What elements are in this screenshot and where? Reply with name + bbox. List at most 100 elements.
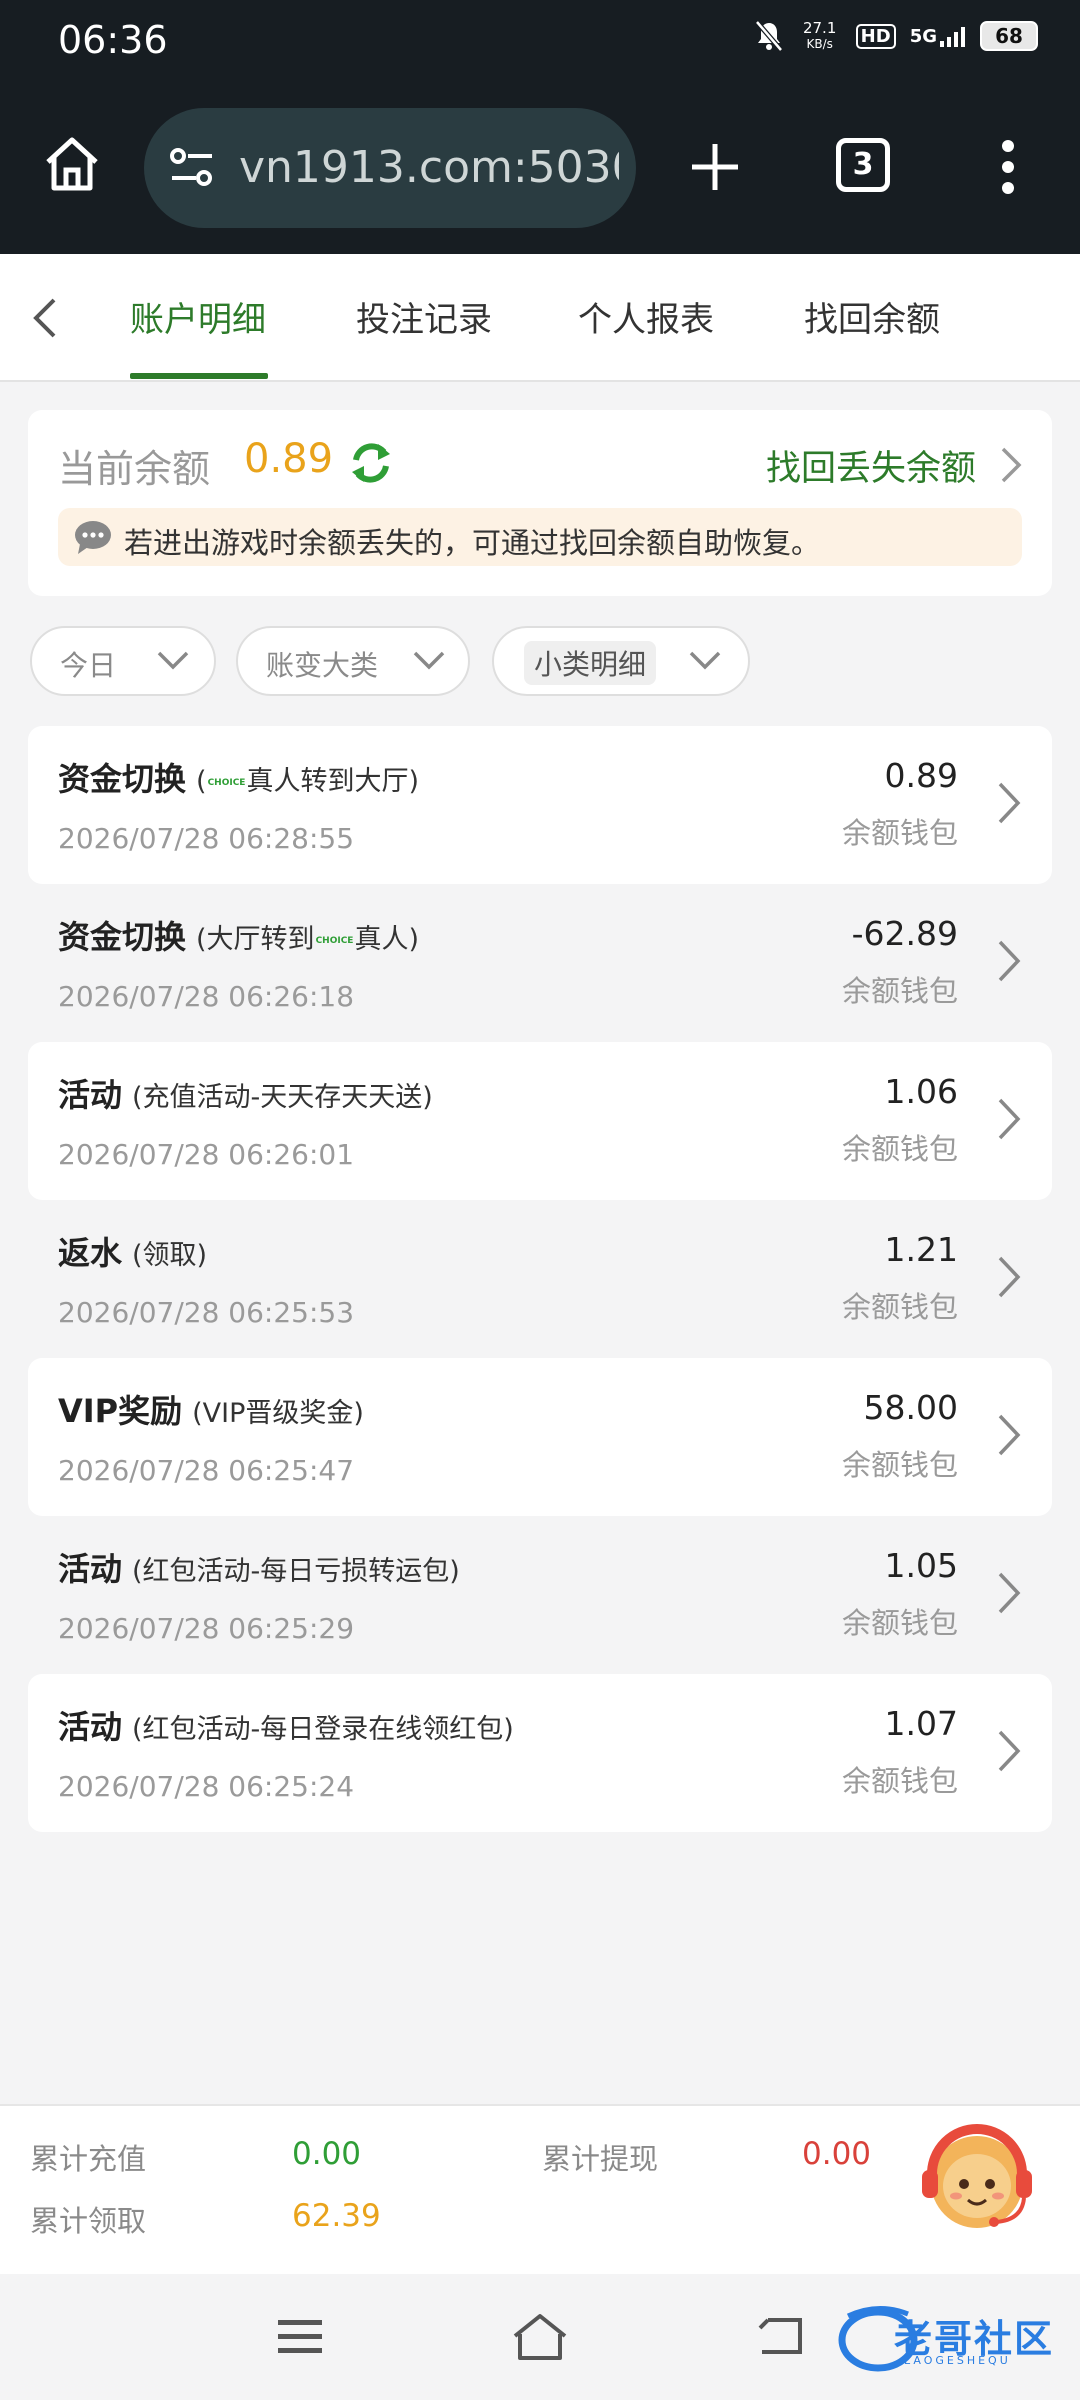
home-nav-icon[interactable] — [510, 2312, 570, 2362]
transaction-amount: -62.89 — [851, 914, 958, 953]
totals-summary: 累计充值 0.00 累计提现 0.00 累计领取 62.39 — [0, 2104, 1080, 2274]
url-text[interactable]: vn1913.com:5030 — [239, 142, 619, 193]
filter-subcategory-dropdown[interactable]: 小类明细 — [492, 626, 750, 696]
transaction-amount: 1.21 — [884, 1230, 958, 1269]
transaction-type-text: 资金切换 — [58, 760, 187, 798]
transaction-row[interactable]: 资金切换 (大厅转到CHOICE真人) 2026/07/28 06:26:18 -… — [28, 884, 1052, 1042]
tab-personal-report[interactable]: 个人报表 — [578, 292, 714, 341]
transaction-amount: 1.06 — [884, 1072, 958, 1111]
active-tab-indicator — [130, 373, 268, 379]
transaction-type: 活动 (红包活动-每日亏损转运包) — [58, 1544, 460, 1590]
total-deposit-value: 0.00 — [292, 2136, 362, 2172]
transaction-row[interactable]: 活动 (红包活动-每日亏损转运包) 2026/07/28 06:25:29 1.0… — [28, 1516, 1052, 1674]
transaction-wallet: 余额钱包 — [841, 1132, 958, 1166]
transaction-date: 2026/07/28 06:25:29 — [58, 1612, 355, 1645]
transaction-type: 返水 (领取) — [58, 1228, 207, 1274]
transaction-type-text: 资金切换 — [58, 918, 187, 956]
menu-icon[interactable] — [276, 2318, 324, 2356]
transaction-type: 资金切换 (CHOICE真人转到大厅) — [58, 754, 419, 800]
transaction-row[interactable]: 活动 (红包活动-每日登录在线领红包) 2026/07/28 06:25:24 1… — [28, 1674, 1052, 1832]
transaction-type: 活动 (红包活动-每日登录在线领红包) — [58, 1702, 514, 1748]
transaction-date: 2026/07/28 06:28:55 — [58, 822, 355, 855]
chevron-right-icon[interactable] — [996, 1096, 1022, 1142]
status-icons: 27.1 KB/s HD 5G 68 — [754, 20, 1038, 52]
back-nav-icon[interactable] — [756, 2314, 806, 2358]
chevron-right-icon[interactable] — [1000, 446, 1022, 484]
transaction-type: 资金切换 (大厅转到CHOICE真人) — [58, 912, 419, 958]
recover-lost-balance-link[interactable]: 找回丢失余额 — [766, 440, 976, 491]
balance-value: 0.89 — [244, 436, 334, 482]
chevron-down-icon — [413, 651, 445, 670]
transaction-subtype: (大厅转到CHOICE真人) — [196, 924, 419, 955]
transaction-subtype-suffix: 真人转到大厅) — [246, 766, 419, 797]
choice-logo: CHOICE — [315, 935, 354, 946]
chevron-right-icon[interactable] — [996, 1412, 1022, 1458]
choice-logo: CHOICE — [207, 777, 246, 788]
transaction-type-text: 活动 — [58, 1708, 123, 1746]
transaction-date: 2026/07/28 06:25:24 — [58, 1770, 355, 1803]
watermark-logo: 老哥社区 LAOGESHEQU — [838, 2302, 1064, 2374]
more-menu-icon[interactable] — [996, 138, 1020, 196]
filter-date-dropdown[interactable]: 今日 — [30, 626, 216, 696]
transaction-row[interactable]: 返水 (领取) 2026/07/28 06:25:53 1.21 余额钱包 — [28, 1200, 1052, 1358]
transaction-subtype: (CHOICE真人转到大厅) — [196, 766, 419, 797]
transaction-row[interactable]: VIP奖励 (VIP晋级奖金) 2026/07/28 06:25:47 58.00… — [28, 1358, 1052, 1516]
transaction-date: 2026/07/28 06:25:53 — [58, 1296, 355, 1329]
transaction-type-text: 活动 — [58, 1550, 123, 1588]
tab-account-details[interactable]: 账户明细 — [130, 292, 266, 341]
chevron-right-icon[interactable] — [996, 780, 1022, 826]
browser-toolbar: vn1913.com:5030 3 — [0, 82, 1080, 254]
site-settings-icon[interactable] — [168, 146, 216, 190]
transaction-row[interactable]: 资金切换 (CHOICE真人转到大厅) 2026/07/28 06:28:55 0… — [28, 726, 1052, 884]
transaction-wallet: 余额钱包 — [841, 1764, 958, 1798]
mute-bell-icon — [754, 20, 783, 52]
transaction-type-text: VIP奖励 — [58, 1392, 183, 1430]
transaction-type-text: 活动 — [58, 1076, 123, 1114]
status-bar: 06:36 27.1 KB/s HD 5G 68 — [0, 0, 1080, 82]
back-arrow-icon[interactable] — [30, 296, 60, 340]
battery-icon: 68 — [980, 21, 1038, 51]
filter-date-label: 今日 — [60, 649, 117, 682]
signal-icon: 5G — [910, 26, 966, 47]
transaction-amount: 0.89 — [884, 756, 958, 795]
tab-recover-balance[interactable]: 找回余额 — [804, 292, 940, 341]
transaction-date: 2026/07/28 06:26:01 — [58, 1138, 355, 1171]
transaction-date: 2026/07/28 06:25:47 — [58, 1454, 355, 1487]
net-speed: 27.1 KB/s — [798, 20, 842, 52]
chevron-right-icon[interactable] — [996, 1570, 1022, 1616]
filter-category-dropdown[interactable]: 账变大类 — [236, 626, 470, 696]
transaction-subtype: (红包活动-每日亏损转运包) — [132, 1556, 460, 1587]
refresh-icon[interactable] — [348, 440, 394, 486]
transaction-type-text: 返水 — [58, 1234, 123, 1272]
total-withdraw-value: 0.00 — [802, 2136, 872, 2172]
chevron-right-icon[interactable] — [996, 938, 1022, 984]
address-bar[interactable]: vn1913.com:5030 — [144, 108, 636, 228]
transaction-row[interactable]: 活动 (充值活动-天天存天天送) 2026/07/28 06:26:01 1.06… — [28, 1042, 1052, 1200]
system-nav-bar: 老哥社区 LAOGESHEQU — [0, 2274, 1080, 2400]
transaction-list: 资金切换 (CHOICE真人转到大厅) 2026/07/28 06:28:55 0… — [28, 726, 1052, 1832]
notice-text: 若进出游戏时余额丢失的，可通过找回余额自助恢复。 — [124, 526, 821, 560]
tab-bet-records[interactable]: 投注记录 — [356, 292, 492, 341]
transaction-type: 活动 (充值活动-天天存天天送) — [58, 1070, 433, 1116]
transaction-wallet: 余额钱包 — [841, 1606, 958, 1640]
chevron-right-icon[interactable] — [996, 1254, 1022, 1300]
home-icon[interactable] — [40, 132, 104, 196]
transaction-wallet: 余额钱包 — [841, 816, 958, 850]
tab-switcher-button[interactable]: 3 — [836, 138, 890, 192]
message-bubble-icon — [75, 521, 111, 554]
transaction-subtype: (领取) — [132, 1240, 208, 1271]
transaction-amount: 1.07 — [884, 1704, 958, 1743]
chevron-down-icon — [689, 651, 721, 670]
transaction-subtype-prefix: (大厅转到 — [196, 924, 315, 955]
transaction-amount: 1.05 — [884, 1546, 958, 1585]
total-claimed-label: 累计领取 — [30, 2204, 147, 2238]
transaction-subtype: (充值活动-天天存天天送) — [132, 1082, 433, 1113]
new-tab-icon[interactable] — [688, 140, 742, 194]
customer-service-icon[interactable] — [912, 2112, 1042, 2242]
chevron-right-icon[interactable] — [996, 1728, 1022, 1774]
transaction-subtype: (红包活动-每日登录在线领红包) — [132, 1714, 514, 1745]
network-type: 5G — [909, 25, 937, 47]
notice-banner: 若进出游戏时余额丢失的，可通过找回余额自助恢复。 — [58, 508, 1022, 566]
balance-card: 当前余额 0.89 找回丢失余额 若进出游戏时余额丢失的，可通过找回余额自助恢复… — [28, 410, 1052, 596]
transaction-subtype: (VIP晋级奖金) — [192, 1398, 364, 1429]
